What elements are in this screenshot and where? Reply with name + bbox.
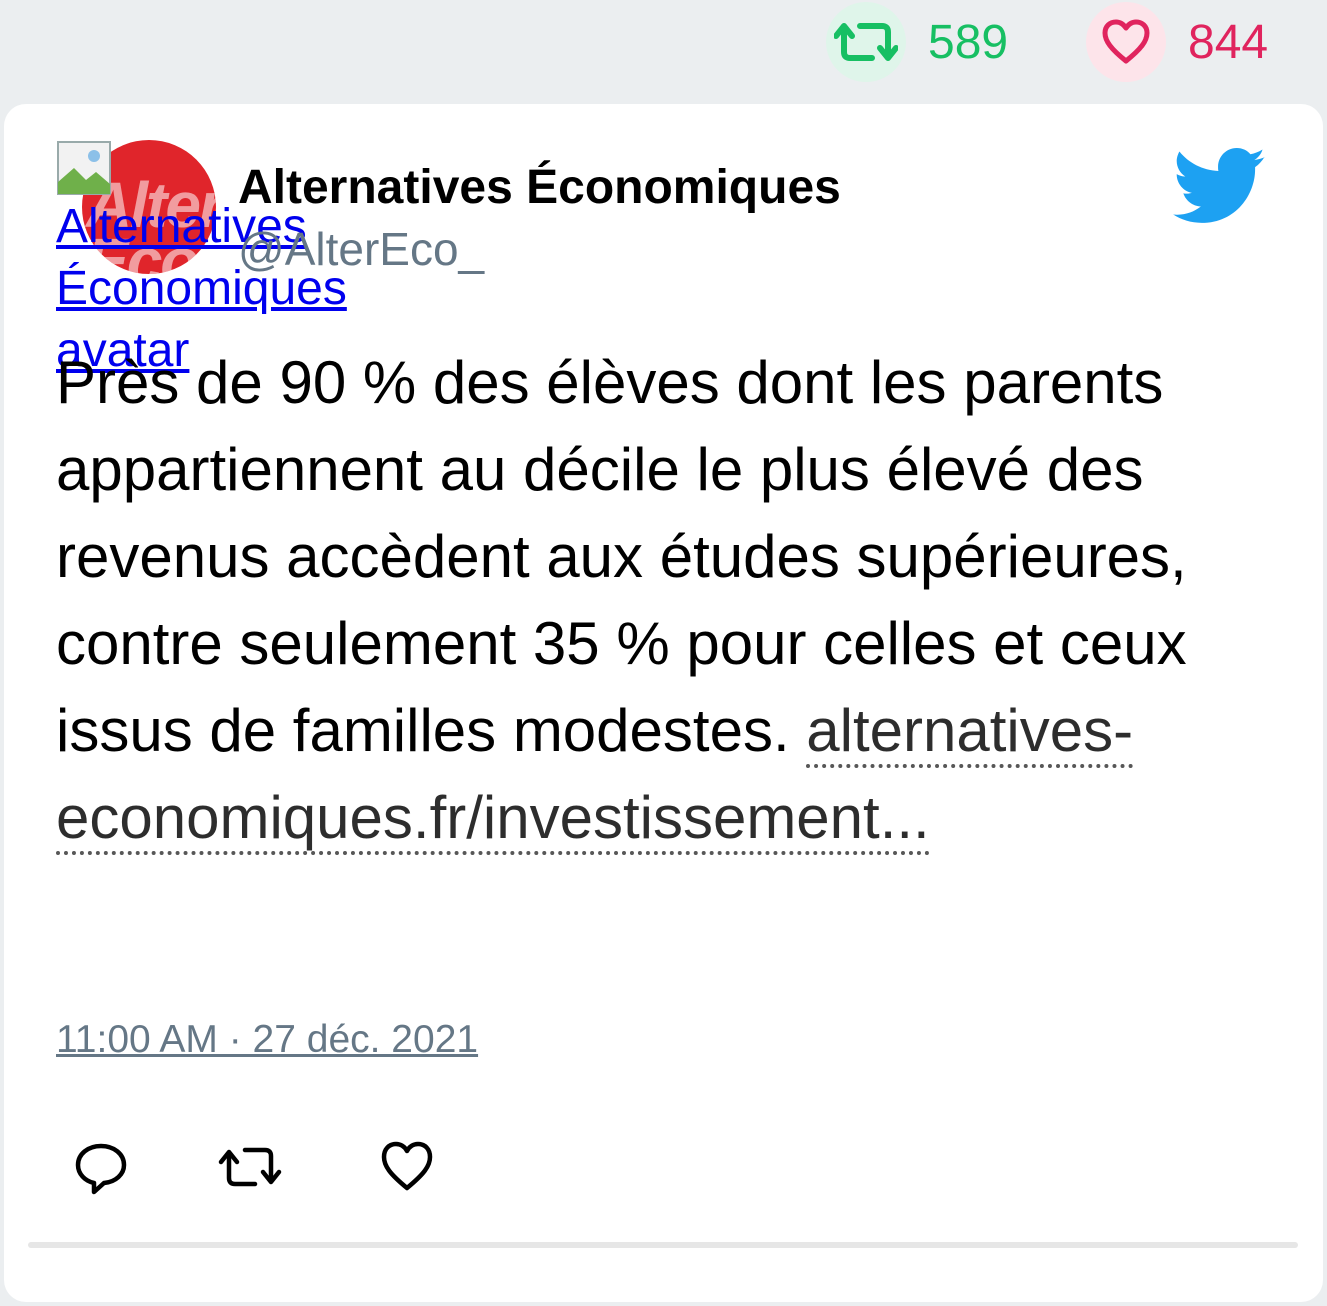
author-handle[interactable]: @AlterEco_ (238, 222, 484, 276)
retweet-icon (218, 1147, 282, 1187)
retweet-button[interactable] (217, 1138, 283, 1201)
tweet-timestamp[interactable]: 11:00 AM · 27 déc. 2021 (56, 1018, 478, 1062)
like-stat[interactable]: 844 (1086, 2, 1268, 82)
broken-image-icon (57, 141, 111, 195)
heart-icon[interactable] (1086, 2, 1166, 82)
tweet-stats-bar: 589 844 (0, 0, 1327, 90)
like-count: 844 (1188, 15, 1269, 69)
tweet-card: Alter Eco Alternatives Économiques avata… (4, 104, 1323, 1302)
retweet-icon[interactable] (826, 2, 906, 82)
heart-icon (381, 1141, 433, 1191)
tweet-body: Près de 90 % des élèves dont les parents… (56, 339, 1256, 861)
retweet-count: 589 (928, 15, 1009, 69)
author-name[interactable]: Alternatives Économiques (238, 160, 841, 215)
divider (28, 1242, 1298, 1248)
retweet-stat[interactable]: 589 (826, 2, 1008, 82)
twitter-bird-icon[interactable] (1173, 148, 1267, 226)
reply-button[interactable] (72, 1138, 130, 1201)
reply-icon (75, 1143, 127, 1195)
like-button[interactable] (378, 1138, 436, 1201)
avatar[interactable]: Alter Eco Alternatives Économiques avata… (56, 140, 347, 377)
